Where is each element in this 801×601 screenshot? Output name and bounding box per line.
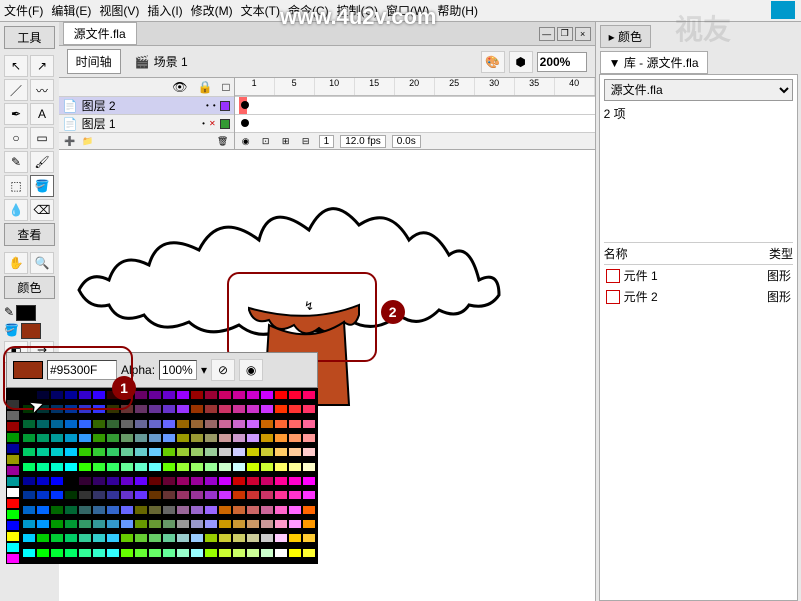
current-frame: 1 xyxy=(319,135,335,148)
frame-ruler[interactable]: 1510152025303540 xyxy=(235,78,595,96)
type-column-header[interactable]: 类型 xyxy=(769,245,793,262)
menu-view[interactable]: 视图(V) xyxy=(99,2,139,19)
color-section-title: 颜色 xyxy=(4,276,55,299)
paint-bucket-tool[interactable]: 🪣 xyxy=(30,175,54,197)
new-layer-icon[interactable]: ➕ xyxy=(63,135,77,149)
name-column-header[interactable]: 名称 xyxy=(604,245,628,262)
right-panel-group: ▸ 颜色 ▼ 库 - 源文件.fla 源文件.fla 2 项 名称 类型 元件 1… xyxy=(595,22,801,601)
eraser-tool[interactable]: ⌫ xyxy=(30,199,54,221)
layers-column: 👁 🔒 □ 📄 图层 2 •• 📄 图层 1 •✕ ➕ 📁 � xyxy=(59,78,235,149)
library-item[interactable]: 元件 2图形 xyxy=(604,286,793,307)
lock-icon[interactable]: 🔒 xyxy=(197,80,212,94)
fill-color-swatch[interactable] xyxy=(21,323,41,339)
onion-outline-icon[interactable]: ⊞ xyxy=(279,135,293,149)
timeline-panel: 👁 🔒 □ 📄 图层 2 •• 📄 图层 1 •✕ ➕ 📁 � xyxy=(59,78,595,150)
alpha-dropdown-icon[interactable]: ▾ xyxy=(201,363,207,377)
menu-text[interactable]: 文本(T) xyxy=(241,2,280,19)
free-transform-tool[interactable]: ⬚ xyxy=(4,175,28,197)
color-palette[interactable] xyxy=(6,388,318,564)
text-tool[interactable]: A xyxy=(30,103,54,125)
menu-insert[interactable]: 插入(I) xyxy=(147,2,182,19)
close-button[interactable]: × xyxy=(575,27,591,41)
delete-layer-icon[interactable]: 🗑 xyxy=(216,135,230,149)
callout-1: 1 xyxy=(112,376,136,400)
alpha-label: Alpha: xyxy=(121,363,155,377)
app-logo-icon xyxy=(771,1,795,19)
oval-tool[interactable]: ○ xyxy=(4,127,28,149)
zoom-dropdown[interactable]: 200% xyxy=(537,52,587,72)
menu-help[interactable]: 帮助(H) xyxy=(437,2,478,19)
tools-title: 工具 xyxy=(4,26,55,49)
layer-row[interactable]: 📄 图层 2 •• xyxy=(59,96,234,114)
maximize-button[interactable]: ❐ xyxy=(557,27,573,41)
timeline-toggle-button[interactable]: 时间轴 xyxy=(67,49,121,74)
menu-file[interactable]: 文件(F) xyxy=(4,2,43,19)
hand-tool[interactable]: ✋ xyxy=(4,252,28,274)
menu-modify[interactable]: 修改(M) xyxy=(191,2,233,19)
scene-selector[interactable]: 🎬场景 1 xyxy=(129,51,194,72)
doc-tab-bar: 源文件.fla — ❐ × xyxy=(59,22,595,46)
pencil-tool[interactable]: ✎ xyxy=(4,151,28,173)
time-display: 0.0s xyxy=(392,135,421,148)
layer-name: 图层 2 xyxy=(82,97,116,114)
center-frame-icon[interactable]: ⊡ xyxy=(259,135,273,149)
onion-skin-icon[interactable]: ◉ xyxy=(239,135,253,149)
scene-icon: 🎬 xyxy=(135,55,150,69)
callout-2: 2 xyxy=(381,300,405,324)
menu-commands[interactable]: 命令(C) xyxy=(288,2,329,19)
eye-icon[interactable]: 👁 xyxy=(172,80,187,94)
menu-edit[interactable]: 编辑(E) xyxy=(51,2,91,19)
eyedropper-tool[interactable]: 💧 xyxy=(4,199,28,221)
edit-symbol-icon[interactable]: ⬢ xyxy=(509,51,533,73)
layer-icon: 📄 xyxy=(63,117,78,131)
svg-text:↯: ↯ xyxy=(304,299,314,313)
layer-name: 图层 1 xyxy=(82,115,116,132)
rectangle-tool[interactable]: ▭ xyxy=(30,127,54,149)
color-wheel-icon[interactable]: ◉ xyxy=(239,359,263,381)
color-panel-tab[interactable]: ▸ 颜色 xyxy=(600,25,651,48)
layer-icon: 📄 xyxy=(63,99,78,113)
edit-frames-icon[interactable]: ⊟ xyxy=(299,135,313,149)
symbol-icon xyxy=(606,269,620,283)
stroke-color-swatch[interactable] xyxy=(16,305,36,321)
edit-scene-icon[interactable]: 🎨 xyxy=(481,51,505,73)
brush-tool[interactable]: 🖌 xyxy=(30,151,54,173)
document-tab[interactable]: 源文件.fla xyxy=(63,22,137,45)
zoom-tool[interactable]: 🔍 xyxy=(30,252,54,274)
menu-bar: 文件(F) 编辑(E) 视图(V) 插入(I) 修改(M) 文本(T) 命令(C… xyxy=(0,0,801,22)
library-item-count: 2 项 xyxy=(604,105,793,122)
layer-row[interactable]: 📄 图层 1 •✕ xyxy=(59,114,234,132)
keyframe[interactable] xyxy=(241,119,249,127)
new-folder-icon[interactable]: 📁 xyxy=(81,135,95,149)
line-tool[interactable]: ／ xyxy=(4,79,28,101)
subselection-tool[interactable]: ↗ xyxy=(30,55,54,77)
timeline-header: 时间轴 🎬场景 1 🎨 ⬢ 200% xyxy=(59,46,595,78)
library-panel-tab[interactable]: ▼ 库 - 源文件.fla xyxy=(600,51,708,74)
pencil-icon: ✎ xyxy=(4,305,14,321)
library-file-dropdown[interactable]: 源文件.fla xyxy=(604,79,793,101)
hex-input[interactable] xyxy=(47,360,117,380)
menu-window[interactable]: 窗口(W) xyxy=(386,2,429,19)
symbol-icon xyxy=(606,290,620,304)
no-color-icon[interactable]: ⊘ xyxy=(211,359,235,381)
color-picker-popup: Alpha: ▾ ⊘ ◉ xyxy=(6,352,318,564)
minimize-button[interactable]: — xyxy=(539,27,555,41)
current-color-swatch xyxy=(13,361,43,379)
library-panel: 源文件.fla 2 项 名称 类型 元件 1图形 元件 2图形 xyxy=(599,74,798,601)
alpha-input[interactable] xyxy=(159,360,197,380)
frames-column[interactable]: 1510152025303540 ◉ ⊡ ⊞ ⊟ 1 12.0 fps 0.0s xyxy=(235,78,595,149)
fps-display: 12.0 fps xyxy=(340,135,386,148)
bucket-icon: 🪣 xyxy=(4,323,19,339)
selection-tool[interactable]: ↖ xyxy=(4,55,28,77)
keyframe[interactable] xyxy=(241,101,249,109)
pen-tool[interactable]: ✒ xyxy=(4,103,28,125)
lasso-tool[interactable]: 〰 xyxy=(30,79,54,101)
view-section-title: 查看 xyxy=(4,223,55,246)
outline-icon[interactable]: □ xyxy=(222,80,229,94)
menu-control[interactable]: 控制(O) xyxy=(337,2,378,19)
library-item[interactable]: 元件 1图形 xyxy=(604,265,793,286)
